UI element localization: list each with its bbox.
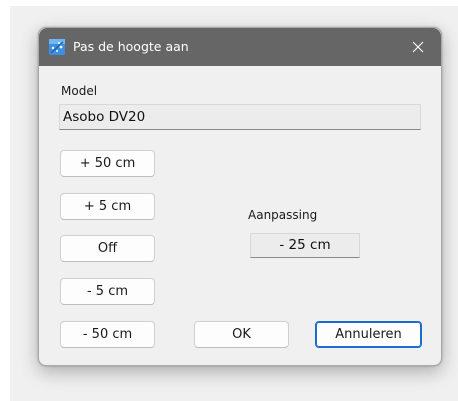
adjustment-value: - 25 cm: [279, 237, 331, 253]
cancel-button[interactable]: Annuleren: [315, 321, 422, 348]
window-title: Pas de hoogte aan: [73, 39, 189, 54]
adjustment-field: - 25 cm: [250, 233, 360, 258]
model-value: Asobo DV20: [63, 109, 146, 125]
minus-5-cm-button[interactable]: - 5 cm: [60, 278, 155, 305]
plus-5-cm-button[interactable]: + 5 cm: [60, 193, 155, 220]
title-bar[interactable]: Pas de hoogte aan: [39, 28, 441, 66]
model-field: Asobo DV20: [59, 104, 421, 130]
app-icon: [49, 39, 65, 55]
adjust-height-dialog: Pas de hoogte aan Model Asobo DV20 + 50 …: [38, 27, 442, 366]
adjustment-label: Aanpassing: [248, 208, 318, 222]
close-button[interactable]: [395, 28, 441, 66]
close-icon: [412, 41, 424, 53]
model-label: Model: [61, 84, 98, 98]
ok-button[interactable]: OK: [194, 321, 289, 348]
plus-50-cm-button[interactable]: + 50 cm: [60, 150, 155, 177]
minus-50-cm-button[interactable]: - 50 cm: [60, 321, 155, 348]
off-button[interactable]: Off: [60, 235, 155, 262]
